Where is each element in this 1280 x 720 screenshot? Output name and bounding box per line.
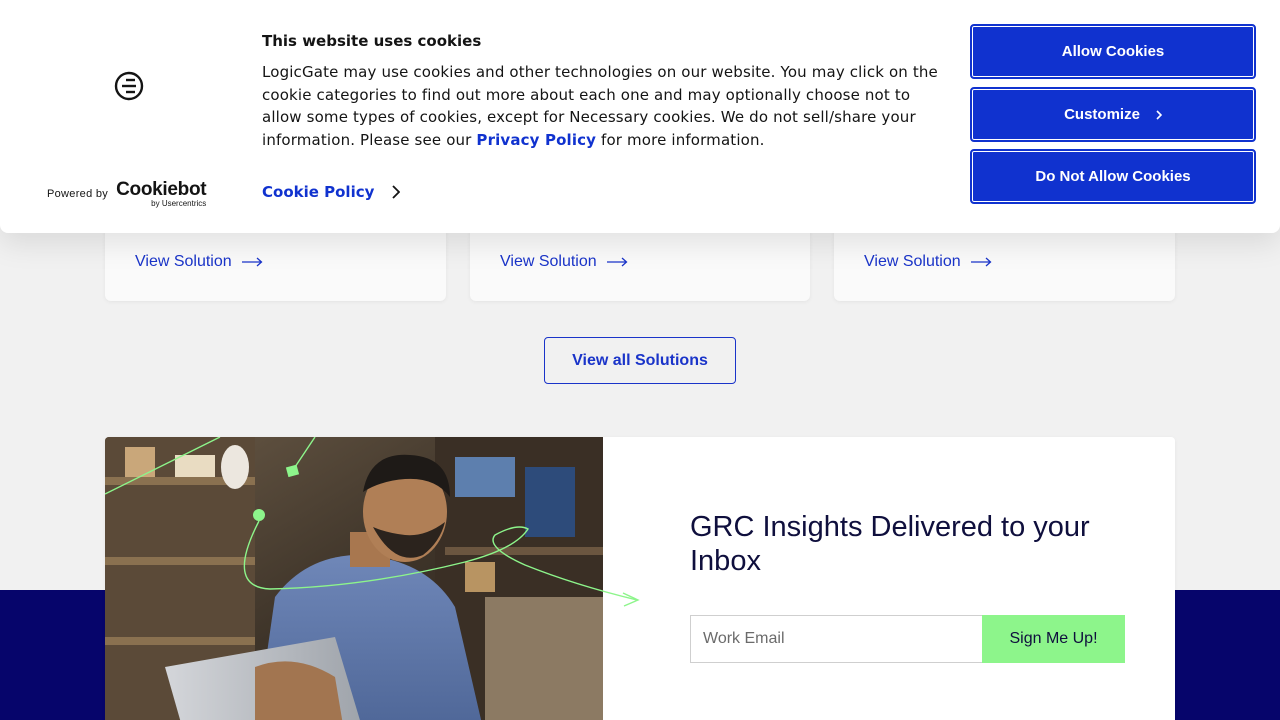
newsletter-photo (105, 437, 603, 720)
powered-by-cookiebot[interactable]: Powered by Cookiebot by Usercentrics (47, 180, 207, 208)
newsletter-section: GRC Insights Delivered to your Inbox Sig… (105, 437, 1175, 720)
view-solution-link[interactable]: View Solution (864, 253, 992, 271)
work-email-input[interactable] (690, 615, 982, 663)
cookiebot-subtitle: by Usercentrics (151, 199, 207, 208)
privacy-policy-link[interactable]: Privacy Policy (476, 131, 596, 149)
chevron-right-icon (392, 185, 401, 199)
do-not-allow-cookies-button[interactable]: Do Not Allow Cookies (970, 149, 1256, 204)
cookiebot-logo: Cookiebot by Usercentrics (116, 180, 206, 208)
cookiebot-brand-icon (114, 71, 144, 101)
allow-cookies-button[interactable]: Allow Cookies (970, 24, 1256, 79)
allow-cookies-label: Allow Cookies (1061, 43, 1165, 60)
cookie-policy-link[interactable]: Cookie Policy (262, 183, 401, 201)
cookiebot-wordmark: Cookiebot (116, 179, 207, 200)
view-solution-link[interactable]: View Solution (500, 253, 628, 271)
newsletter-title: GRC Insights Delivered to your Inbox (690, 511, 1090, 577)
arrow-right-icon (970, 257, 992, 267)
view-solution-label: View Solution (864, 253, 961, 270)
cookie-consent-banner: Powered by Cookiebot by Usercentrics Thi… (0, 0, 1280, 233)
customize-label: Customize (1064, 106, 1140, 123)
sign-me-up-button[interactable]: Sign Me Up! (982, 615, 1125, 663)
powered-by-label: Powered by (47, 188, 109, 200)
cookie-policy-label: Cookie Policy (262, 183, 375, 201)
cookie-body-suffix: for more information. (596, 130, 765, 149)
view-solution-link[interactable]: View Solution (135, 253, 263, 271)
arrow-right-icon (241, 257, 263, 267)
cookie-banner-title: This website uses cookies (262, 32, 482, 50)
view-solution-label: View Solution (135, 253, 232, 270)
view-all-solutions-button[interactable]: View all Solutions (544, 337, 736, 384)
arrow-right-icon (606, 257, 628, 267)
cookie-banner-body: LogicGate may use cookies and other tech… (262, 61, 952, 151)
do-not-allow-cookies-label: Do Not Allow Cookies (1035, 168, 1191, 185)
chevron-right-icon (1156, 109, 1162, 120)
customize-button[interactable]: Customize (970, 87, 1256, 142)
view-solution-label: View Solution (500, 253, 597, 270)
